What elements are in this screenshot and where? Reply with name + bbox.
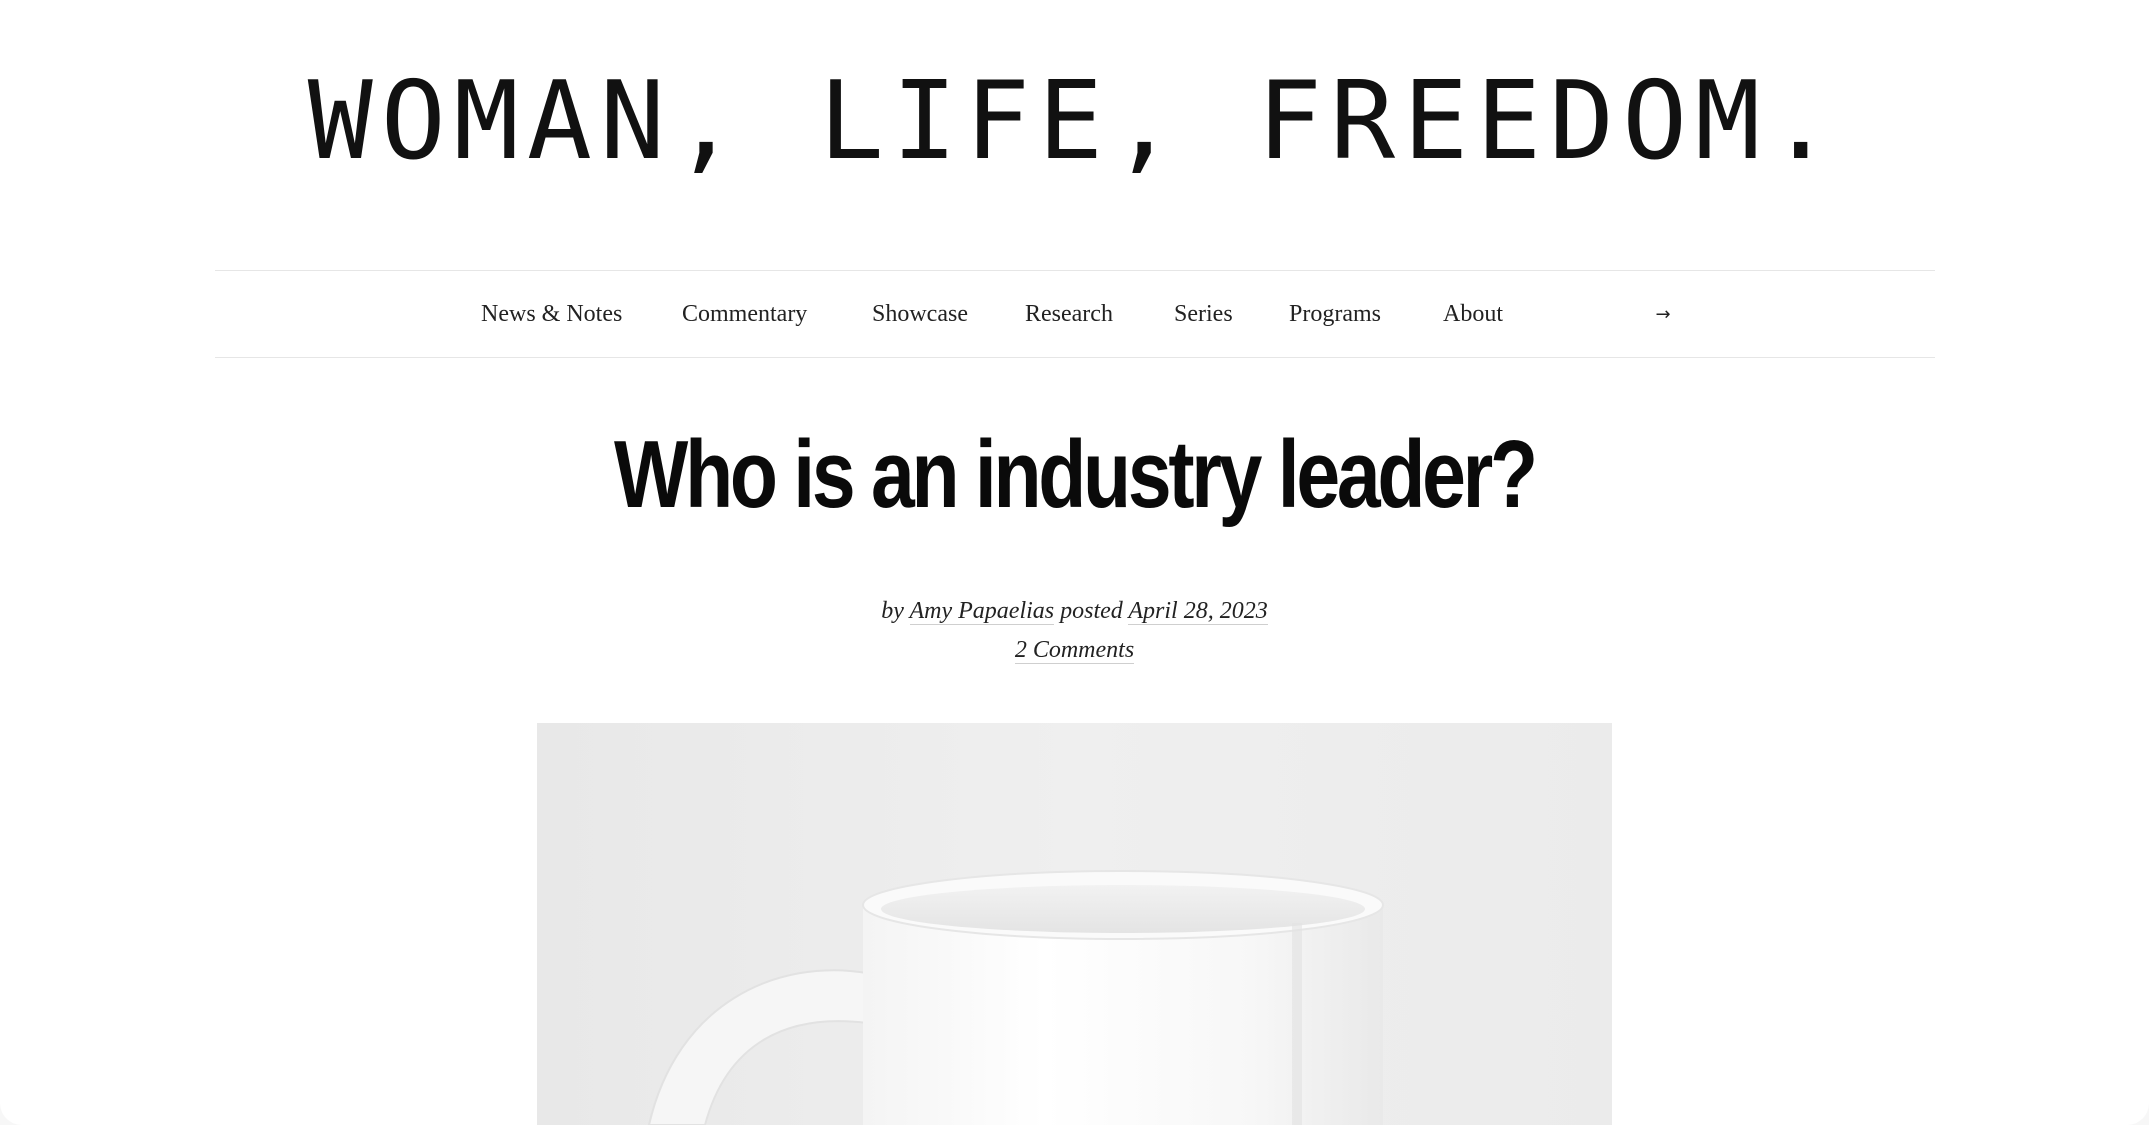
byline-prefix: by xyxy=(881,598,904,624)
nav-item-series[interactable]: Series xyxy=(1174,271,1233,357)
author-link[interactable]: Amy Papaelias xyxy=(909,598,1055,625)
nav-item-showcase[interactable]: Showcase xyxy=(872,271,968,357)
post-date-link[interactable]: April 28, 2023 xyxy=(1128,598,1268,625)
main-navigation: News & Notes Commentary Showcase Researc… xyxy=(215,270,1935,358)
nav-item-research[interactable]: Research xyxy=(1025,271,1113,357)
post-title: Who is an industry leader? xyxy=(0,410,2149,540)
nav-item-commentary[interactable]: Commentary xyxy=(682,271,807,357)
nav-item-about[interactable]: About xyxy=(1443,271,1503,357)
browser-viewport: WOMAN, LIFE, FREEDOM. News & Notes Comme… xyxy=(0,0,2149,1125)
nav-item-programs[interactable]: Programs xyxy=(1289,271,1381,357)
comments-count: 2 Comments xyxy=(0,631,2149,669)
post-byline: by Amy Papaelias posted April 28, 2023 xyxy=(0,592,2149,630)
site-title[interactable]: WOMAN, LIFE, FREEDOM. xyxy=(0,52,2149,192)
nav-item-news-notes[interactable]: News & Notes xyxy=(481,271,622,357)
post-title-text: Who is an industry leader? xyxy=(614,421,1538,528)
mug-image xyxy=(537,723,1612,1125)
posted-label: posted xyxy=(1060,598,1123,624)
featured-image xyxy=(537,723,1612,1125)
arrow-right-icon[interactable]: → xyxy=(1648,271,1678,357)
comments-link[interactable]: 2 Comments xyxy=(1014,637,1135,664)
